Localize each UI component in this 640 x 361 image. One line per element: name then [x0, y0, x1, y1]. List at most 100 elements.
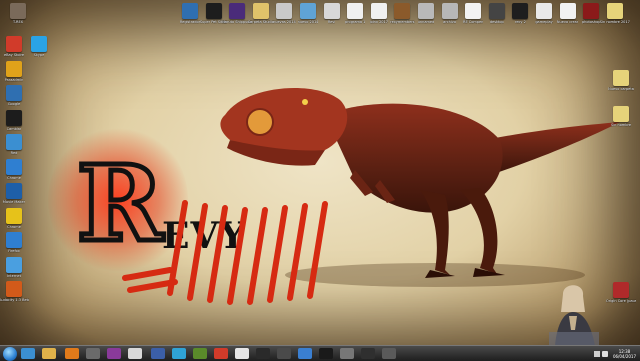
desktop-icon[interactable]: Movie Maker: [0, 183, 28, 204]
desktop-icon[interactable]: Skype: [25, 36, 53, 57]
desktop-icon-label: Nuevo carpeta: [608, 87, 634, 91]
character-gadget: [549, 285, 599, 346]
taskbar-pinned-apps: [21, 348, 403, 359]
app-icon: [613, 70, 629, 86]
app-icon: [182, 3, 198, 19]
desktop-icon[interactable]: Paraadmin: [0, 60, 28, 82]
desktop-icon[interactable]: Chrome: [0, 207, 28, 229]
app-icon: [6, 109, 22, 126]
app-icon: [583, 3, 600, 19]
taskbar-app-app1[interactable]: [86, 348, 100, 359]
desktop-icon-label: eBay Stoire: [3, 53, 25, 57]
desktop-icon[interactable]: Sin nombre: [607, 106, 635, 127]
desktop-icon[interactable]: Cambiar: [0, 109, 28, 131]
desktop-icon[interactable]: T-REX: [4, 3, 32, 24]
app-icon: [613, 282, 629, 298]
app-icon: [606, 3, 623, 19]
desktop-icon-label: Movie Maker: [2, 200, 26, 204]
taskbar-app-app8[interactable]: [235, 348, 249, 359]
taskbar-app-app14[interactable]: [361, 348, 375, 359]
claw-marks: [122, 200, 328, 305]
app-icon: [31, 36, 47, 52]
app-icon: [6, 256, 22, 273]
desktop-icon-label: Registrador: [179, 20, 201, 24]
desktop-icon-label: Google: [7, 102, 21, 106]
desktop-icon[interactable]: Red: [0, 134, 28, 155]
desktop-icon[interactable]: Internet: [0, 256, 28, 278]
taskbar-app-explorer[interactable]: [42, 348, 56, 359]
app-icon: [441, 3, 458, 19]
desktop-icon-label: nuevas 2014: [273, 20, 296, 24]
taskbar-app-app2[interactable]: [107, 348, 121, 359]
app-icon: [252, 3, 269, 19]
desktop-icon-label: photoshop: [581, 20, 601, 24]
taskbar-app-app6[interactable]: [193, 348, 207, 359]
desktop-icon-label: Sin nombre: [610, 123, 632, 127]
app-icon: [6, 281, 22, 297]
clock-date: 06/04/2017: [612, 353, 636, 359]
app-icon: [10, 3, 26, 19]
desktop-icon-label: Firefox: [8, 249, 20, 253]
desktop-icon-label: Origin Core (paused): [606, 299, 636, 303]
desktop-icon-label: Chrome: [7, 224, 21, 229]
desktop-icon-label: RE Compen: [463, 20, 484, 24]
desktop-icon-label: Cambiar: [6, 126, 22, 131]
app-icon: [6, 60, 22, 77]
app-icon: [276, 3, 293, 19]
desktop-icon-label: recy 2: [514, 20, 526, 24]
app-icon: [6, 207, 22, 224]
taskbar-app-app7[interactable]: [214, 348, 228, 359]
desktop-icon-label: unnamed: [417, 20, 435, 24]
taskbar-app-app12[interactable]: [319, 348, 333, 359]
desktop-icon[interactable]: Google: [0, 85, 28, 106]
desktop-icon-label: Paraadmin: [4, 77, 24, 82]
app-icon: [6, 134, 22, 150]
app-icon: [323, 3, 340, 19]
desktop-icon-label: rexymembers: [390, 20, 415, 24]
desktop-icon[interactable]: Nuevo carpeta: [607, 70, 635, 91]
start-button[interactable]: [3, 346, 17, 361]
volume-icon[interactable]: [601, 350, 608, 357]
taskbar-app-app4[interactable]: [151, 348, 165, 359]
system-tray: 12:38 06/04/2017: [593, 347, 636, 360]
app-icon: [6, 85, 22, 101]
taskbar-app-app11[interactable]: [298, 348, 312, 359]
taskbar-app-app3[interactable]: [128, 348, 142, 359]
taskbar-app-app5[interactable]: [172, 348, 186, 359]
app-icon: [394, 3, 411, 19]
desktop-icon[interactable]: Audacity 1.3 Beta (Uni...: [0, 281, 29, 302]
desktop-icon-label: Sin nombre 2017: [599, 20, 630, 24]
desktop-icon-label: archivo: [443, 20, 457, 24]
desktop-icon[interactable]: Firefox: [0, 232, 28, 253]
app-icon: [229, 3, 246, 19]
desktop-icon-label: Internet: [7, 273, 21, 278]
desktop-icon[interactable]: Chrome: [0, 158, 28, 180]
app-icon: [418, 3, 434, 19]
clock[interactable]: 12:38 06/04/2017: [613, 349, 636, 359]
taskbar-app-app9[interactable]: [256, 348, 270, 359]
app-icon: [205, 3, 222, 19]
desktop-icon[interactable]: Origin Core (paused): [606, 282, 636, 303]
app-icon: [488, 3, 505, 19]
desktop-icon-label: Revi: [327, 20, 336, 24]
desktop-icon-label: programa 1: [344, 20, 366, 24]
app-icon: [613, 106, 629, 122]
taskbar-app-media[interactable]: [65, 348, 79, 359]
app-icon: [6, 183, 22, 199]
app-icon: [559, 3, 576, 19]
desktop-icon[interactable]: eBay Stoire: [0, 36, 28, 57]
desktop-icon-label: Skype: [33, 53, 45, 57]
desktop-icon-label: nuevo 2014: [297, 20, 319, 24]
taskbar-app-app15[interactable]: [382, 348, 396, 359]
desktop-icon-label: joinx 2017: [369, 20, 388, 24]
desktop-icon-label: Nuevo crear: [556, 20, 579, 24]
desktop-icon[interactable]: Sin nombre 2017: [599, 3, 630, 24]
taskbar-app-app13[interactable]: [340, 348, 354, 359]
desktop-icon-label: Chrome: [7, 175, 21, 180]
app-icon: [6, 158, 22, 175]
app-icon: [465, 3, 482, 19]
taskbar-app-app10[interactable]: [277, 348, 291, 359]
desktop-icon-label: T-REX: [12, 20, 24, 24]
network-icon[interactable]: [593, 350, 600, 357]
taskbar-app-ie[interactable]: [21, 348, 35, 359]
